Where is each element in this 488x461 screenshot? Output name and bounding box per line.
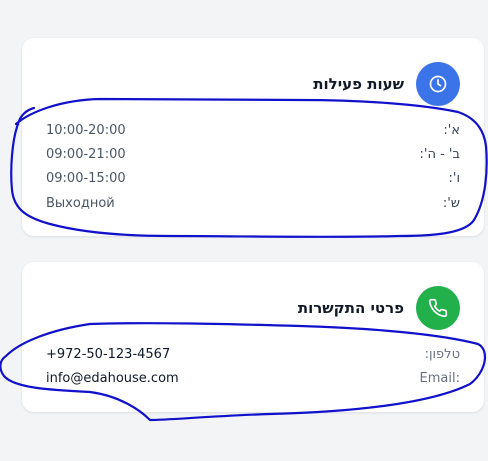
email-label: Email:: [419, 370, 460, 386]
hours-day-label: א':: [443, 122, 460, 138]
contact-row-phone: +972-50-123-4567 טלפון:: [46, 344, 460, 364]
hours-value: Выходной: [46, 195, 115, 211]
hours-value: 09:00-15:00: [46, 170, 126, 186]
phone-icon: [416, 286, 460, 330]
contact-details-card: פרטי התקשרות +972-50-123-4567 טלפון: inf…: [22, 262, 484, 412]
hours-row-weekdays: 09:00-21:00 ב' - ה':: [46, 144, 460, 164]
contact-details-title: פרטי התקשרות: [297, 299, 404, 317]
opening-hours-header: שעות פעילות: [313, 62, 460, 106]
contact-row-email: info@edahouse.com Email:: [46, 368, 460, 388]
opening-hours-card: שעות פעילות 10:00-20:00 א': 09:00-21:00 …: [22, 38, 484, 236]
hours-day-label: ו':: [448, 170, 461, 186]
phone-label: טלפון:: [424, 346, 460, 362]
hours-row-saturday: Выходной ש':: [46, 193, 460, 213]
hours-row-sunday: 10:00-20:00 א':: [46, 120, 460, 140]
contact-details-header: פרטי התקשרות: [298, 286, 460, 330]
hours-row-friday: 09:00-15:00 ו':: [46, 168, 460, 188]
hours-value: 09:00-21:00: [46, 146, 126, 162]
hours-day-label: ב' - ה':: [419, 146, 461, 162]
email-value[interactable]: info@edahouse.com: [46, 371, 179, 386]
opening-hours-title: שעות פעילות: [313, 75, 404, 93]
clock-icon: [416, 62, 460, 106]
phone-value[interactable]: +972-50-123-4567: [46, 347, 170, 362]
hours-value: 10:00-20:00: [46, 122, 126, 138]
hours-day-label: ש':: [442, 195, 460, 211]
